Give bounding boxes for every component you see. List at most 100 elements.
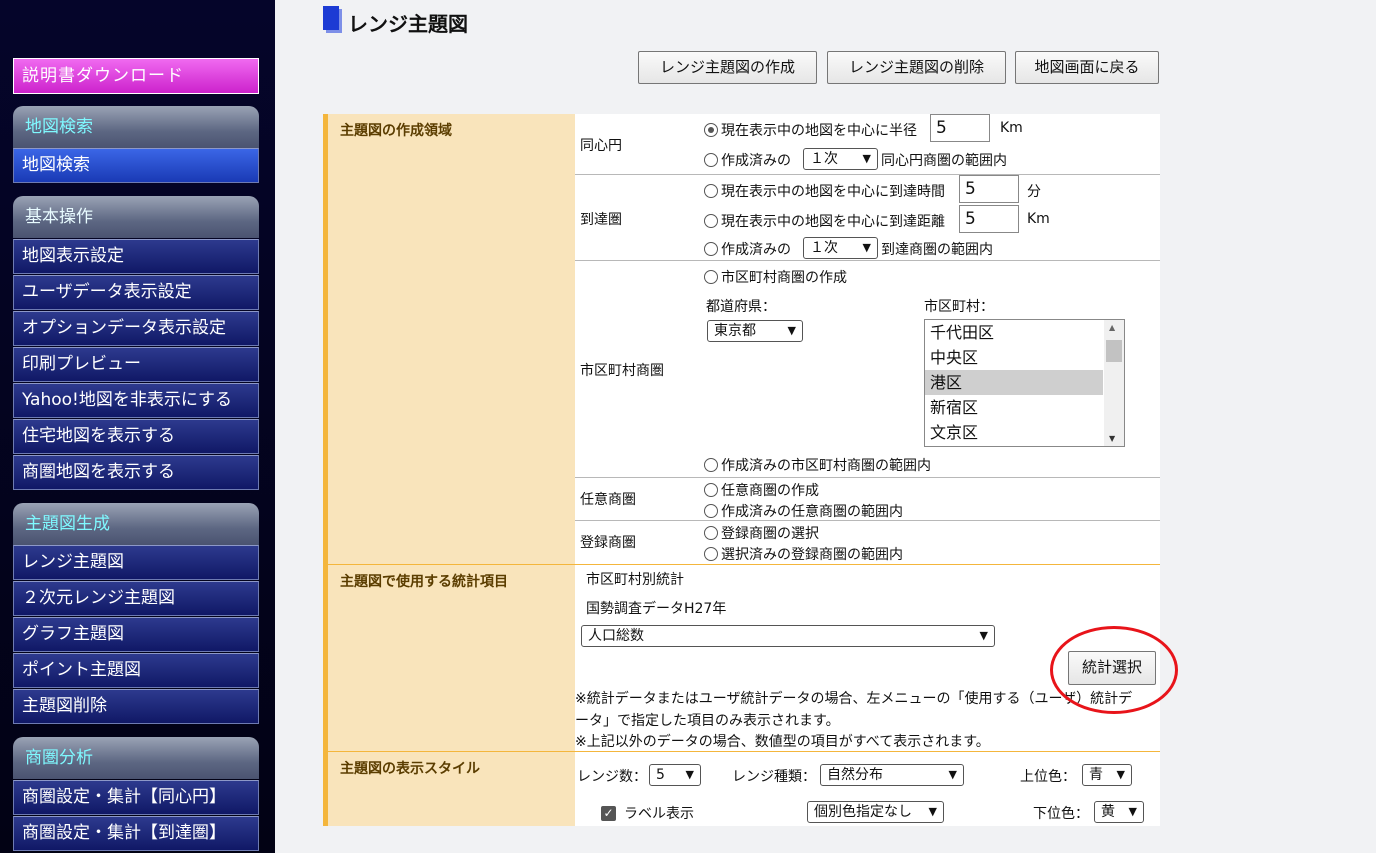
registered-select-option[interactable]: 登録商圏の選択 (704, 523, 819, 543)
sidebar-header-trade-analysis[interactable]: 商圏分析 (13, 737, 259, 779)
reach-distance-unit: Km (1027, 211, 1050, 227)
radio-icon[interactable] (704, 483, 718, 497)
reach-time-unit: 分 (1027, 184, 1041, 200)
list-item[interactable]: 文京区 (925, 420, 1103, 445)
page-title: レンジ主題図 (348, 12, 468, 36)
sidebar-item-map-display-settings[interactable]: 地図表示設定 (13, 239, 259, 274)
stats-note-1a: ※統計データまたはユーザ統計データの場合、左メニューの「使用する（ユーザ）統計デ (575, 691, 1133, 707)
range-count-label: レンジ数： (577, 769, 647, 785)
sidebar-item-point-map[interactable]: ポイント主題図 (13, 653, 259, 688)
scroll-up-icon[interactable]: ▲ (1109, 323, 1115, 332)
sidebar-item-option-data-settings[interactable]: オプションデータ表示設定 (13, 311, 259, 346)
radius-input[interactable]: 5 (930, 114, 990, 142)
municipal-label: 市区町村商圏 (580, 363, 664, 379)
lower-color-label: 下位色： (1033, 806, 1089, 822)
chevron-down-icon: ▼ (862, 152, 871, 165)
arbitrary-existing-option[interactable]: 作成済みの任意商圏の範囲内 (704, 501, 903, 521)
sidebar-item-show-housing-map[interactable]: 住宅地図を表示する (13, 419, 259, 454)
concentric-radius-option[interactable]: 現在表示中の地図を中心に半径 (704, 120, 917, 140)
sidebar-item-user-data-settings[interactable]: ユーザデータ表示設定 (13, 275, 259, 310)
lower-color-select[interactable]: 黄 ▼ (1094, 801, 1144, 823)
concentric-existing-option[interactable]: 作成済みの (704, 150, 791, 170)
radio-checked-icon[interactable] (704, 123, 718, 137)
stats-line2: 国勢調査データH27年 (586, 601, 727, 617)
reach-order-select[interactable]: １次 ▼ (803, 237, 878, 259)
city-listbox[interactable]: 千代田区 中央区 港区 新宿区 文京区 ▲ ▼ (924, 319, 1125, 447)
radio-icon[interactable] (704, 547, 718, 561)
list-item[interactable]: 千代田区 (925, 320, 1103, 345)
section-label-stats: 主題図で使用する統計項目 (323, 565, 575, 751)
chevron-down-icon: ▼ (979, 629, 988, 642)
sidebar-item-range-map[interactable]: レンジ主題図 (13, 545, 259, 580)
scroll-down-icon[interactable]: ▼ (1109, 434, 1115, 443)
chevron-down-icon: ▼ (948, 768, 957, 781)
sidebar-item-map-search[interactable]: 地図検索 (13, 148, 259, 183)
sidebar-item-graph-map[interactable]: グラフ主題図 (13, 617, 259, 652)
radio-icon[interactable] (704, 184, 718, 198)
sidebar-item-show-trade-area-map[interactable]: 商圏地図を表示する (13, 455, 259, 490)
stats-item-select[interactable]: 人口総数 ▼ (581, 625, 995, 647)
list-item-selected[interactable]: 港区 (925, 370, 1103, 395)
title-marker-icon (323, 6, 339, 30)
radio-icon[interactable] (704, 242, 718, 256)
list-item[interactable]: 中央区 (925, 345, 1103, 370)
create-range-map-button[interactable]: レンジ主題図の作成 (638, 51, 817, 84)
delete-range-map-button[interactable]: レンジ主題図の削除 (827, 51, 1006, 84)
reach-existing-option[interactable]: 作成済みの (704, 239, 791, 259)
prefecture-select[interactable]: 東京都 ▼ (707, 320, 803, 342)
registered-existing-option[interactable]: 選択済みの登録商圏の範囲内 (704, 544, 903, 564)
section-label-area: 主題図の作成領域 (323, 114, 575, 564)
radio-icon[interactable] (704, 504, 718, 518)
stats-note-1b: ータ」で指定した項目のみ表示されます。 (575, 713, 840, 729)
scroll-thumb[interactable] (1106, 340, 1122, 362)
sidebar-item-print-preview[interactable]: 印刷プレビュー (13, 347, 259, 382)
arbitrary-create-option[interactable]: 任意商圏の作成 (704, 480, 819, 500)
concentric-existing-text: 同心円商圏の範囲内 (881, 153, 1007, 169)
sidebar-header-basic-ops[interactable]: 基本操作 (13, 196, 259, 238)
sidebar-item-2d-range-map[interactable]: ２次元レンジ主題図 (13, 581, 259, 616)
radio-icon[interactable] (704, 153, 718, 167)
range-type-select[interactable]: 自然分布 ▼ (820, 764, 964, 786)
label-display-checkbox[interactable]: ✓ ラベル表示 (601, 803, 694, 823)
sidebar-item-hide-yahoo-map[interactable]: Yahoo!地図を非表示にする (13, 383, 259, 418)
stats-note-2: ※上記以外のデータの場合、数値型の項目がすべて表示されます。 (575, 734, 990, 750)
range-count-select[interactable]: 5 ▼ (649, 764, 701, 786)
chevron-down-icon: ▼ (787, 324, 796, 337)
checkbox-checked-icon[interactable]: ✓ (601, 805, 616, 821)
upper-color-select[interactable]: 青 ▼ (1082, 764, 1132, 786)
city-label: 市区町村： (924, 299, 994, 315)
manual-download-button[interactable]: 説明書ダウンロード (13, 58, 259, 94)
arbitrary-label: 任意商圏 (580, 492, 636, 508)
reach-distance-input[interactable]: 5 (959, 205, 1019, 233)
chevron-down-icon: ▼ (1128, 805, 1137, 818)
reach-time-option[interactable]: 現在表示中の地図を中心に到達時間 (704, 181, 945, 201)
color-spec-select[interactable]: 個別色指定なし ▼ (807, 801, 944, 823)
concentric-order-select[interactable]: １次 ▼ (803, 148, 878, 170)
reach-distance-option[interactable]: 現在表示中の地図を中心に到達距離 (704, 211, 945, 231)
sidebar-item-trade-reach[interactable]: 商圏設定・集計【到達圏】 (13, 816, 259, 851)
radio-icon[interactable] (704, 526, 718, 540)
radio-icon[interactable] (704, 270, 718, 284)
prefecture-label: 都道府県： (706, 299, 776, 315)
sidebar-header-thematic-map[interactable]: 主題図生成 (13, 503, 259, 545)
range-type-label: レンジ種類： (732, 769, 816, 785)
sidebar: 説明書ダウンロード 地図検索 地図検索 基本操作 地図表示設定 ユーザデータ表示… (0, 0, 275, 853)
highlight-circle-annotation (1050, 626, 1178, 714)
municipal-create-option[interactable]: 市区町村商圏の作成 (704, 267, 847, 287)
list-item[interactable]: 新宿区 (925, 395, 1103, 420)
radio-icon[interactable] (704, 458, 718, 472)
listbox-scrollbar[interactable]: ▲ ▼ (1104, 320, 1124, 446)
chevron-down-icon: ▼ (685, 768, 694, 781)
municipal-existing-option[interactable]: 作成済みの市区町村商圏の範囲内 (704, 455, 931, 475)
reach-time-input[interactable]: 5 (959, 175, 1019, 203)
upper-color-label: 上位色： (1020, 769, 1076, 785)
stats-line1: 市区町村別統計 (586, 572, 684, 588)
sidebar-item-delete-map[interactable]: 主題図削除 (13, 689, 259, 724)
radius-unit: Km (1000, 120, 1023, 136)
sidebar-header-map-search[interactable]: 地図検索 (13, 106, 259, 148)
radio-icon[interactable] (704, 214, 718, 228)
concentric-label: 同心円 (580, 138, 622, 154)
back-to-map-button[interactable]: 地図画面に戻る (1015, 51, 1159, 84)
registered-label: 登録商圏 (580, 535, 636, 551)
sidebar-item-trade-concentric[interactable]: 商圏設定・集計【同心円】 (13, 780, 259, 815)
